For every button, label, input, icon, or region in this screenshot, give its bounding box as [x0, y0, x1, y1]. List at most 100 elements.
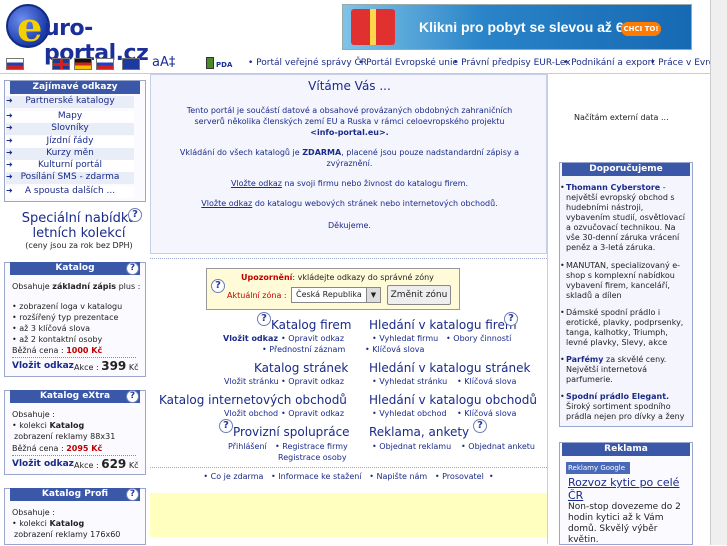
flag-slovakia-icon[interactable] [6, 58, 24, 70]
sidebar-item-partner[interactable]: Partnerské katalogy [6, 96, 134, 108]
footer-link[interactable]: • Napište nám [369, 472, 427, 481]
rec-item[interactable]: Thomann Cyberstore - největší evropský o… [560, 183, 690, 253]
change-zone-button[interactable]: Změnit zónu [387, 285, 451, 305]
web-vlozit-link[interactable]: Vložit stránku [224, 377, 279, 386]
toplink-verejna-sprava[interactable]: • Portál veřejné správy ČR [248, 58, 367, 68]
toplink-podnikani[interactable]: • Podnikání a export [563, 58, 655, 68]
help-icon[interactable]: ? [257, 312, 271, 326]
google-ads-label[interactable]: Reklamy Google [566, 462, 630, 474]
help-icon[interactable]: ? [219, 419, 233, 433]
katalog-profi-intro: Obsahuje : [12, 508, 55, 517]
welcome-title: Vítáme Vás ... [308, 79, 391, 93]
toplink-eur-lex[interactable]: • Právní předpisy EUR-Lex [453, 58, 571, 68]
katalog-extra-vlozit-link[interactable]: Vložit odkaz [12, 459, 74, 469]
sidebar-item-maps[interactable]: Mapy [6, 111, 134, 123]
sidebar-item-rates[interactable]: Kurzy měn [6, 148, 134, 160]
site-logo[interactable]: e uro-portal.cz [6, 4, 176, 66]
section-katalog-stranek[interactable]: Katalog stránek [254, 361, 348, 375]
firm-search-link[interactable]: • Vyhledat firmu [372, 334, 438, 343]
help-icon[interactable]: ? [126, 390, 139, 403]
external-data-status: Načítám externí data ... [574, 113, 669, 122]
katalog-profi-ad: zobrazení reklamy 176x60 [14, 530, 121, 539]
help-icon[interactable]: ? [126, 262, 139, 275]
top-banner-ad[interactable]: Klikni pro pobyt se slevou až 60% CHCI T… [342, 4, 692, 50]
links-box-title: Zajímavé odkazy [10, 81, 140, 94]
flag-eu-icon[interactable] [122, 58, 140, 70]
footer-link[interactable]: • Prosovatel [435, 472, 484, 481]
shop-klicova-link[interactable]: • Klíčová slova [457, 409, 516, 418]
footer-link[interactable]: • Co je zdarma [203, 472, 263, 481]
welcome-firm-link[interactable]: Vložte odkaz [231, 179, 282, 188]
firm-klicova-link[interactable]: • Klíčová slova [365, 345, 424, 354]
help-icon[interactable]: ? [128, 208, 142, 222]
welcome-web-link[interactable]: Vložte odkaz [201, 199, 252, 208]
welcome-free-note: Vkládání do všech katalogů je ZDARMA, pl… [179, 148, 520, 168]
zone-label: Aktuální zóna : [227, 291, 287, 300]
rec-item[interactable]: Parfémy za skvělé ceny. Největší interne… [560, 355, 690, 385]
section-hledani-firem[interactable]: Hledání v katalogu firem [369, 318, 517, 332]
divider [547, 74, 548, 544]
web-search-link[interactable]: • Vyhledat stránku [372, 377, 447, 386]
shop-search-link[interactable]: • Vyhledat obchod [372, 409, 447, 418]
firm-prednostni-link[interactable]: • Přednostní záznam [262, 345, 345, 354]
help-icon[interactable]: ? [211, 279, 225, 293]
shop-opravit-link[interactable]: • Opravit odkaz [281, 409, 344, 418]
rec-item[interactable]: Spodní prádlo Elegant. Široký sortiment … [560, 392, 690, 422]
sidebar-item-sms[interactable]: Posílání SMS - zdarma [6, 172, 134, 184]
recommend-title: Doporučujeme [562, 163, 690, 176]
sidebar-item-more[interactable]: A spousta dalších ... [6, 186, 134, 198]
vertical-scrollbar[interactable] [710, 0, 727, 545]
web-opravit-link[interactable]: • Opravit odkaz [281, 377, 344, 386]
katalog-extra-title: Katalog eXtra [10, 390, 140, 403]
provize-login-link[interactable]: Přihlášení [228, 442, 267, 451]
pda-icon[interactable] [206, 57, 214, 69]
help-icon[interactable]: ? [473, 419, 487, 433]
sidebar-item-culture[interactable]: Kulturní portál [6, 160, 134, 172]
anketa-order-link[interactable]: • Objednat anketu [461, 442, 535, 451]
shop-vlozit-link[interactable]: Vložit obchod [224, 409, 278, 418]
help-icon[interactable]: ? [126, 488, 139, 501]
reklama-order-link[interactable]: • Objednat reklamu [372, 442, 451, 451]
flag-russia-icon[interactable] [96, 58, 114, 70]
katalog-extra-ad: zobrazení reklamy 88x31 [14, 432, 116, 441]
web-klicova-link[interactable]: • Klíčová slova [457, 377, 516, 386]
katalog-price: Běžná cena : 1000 Kč [12, 346, 103, 355]
katalog-vlozit-link[interactable]: Vložit odkaz [12, 361, 74, 371]
firm-vlozit-link[interactable]: Vložit odkaz [223, 334, 278, 343]
footer-link[interactable]: • Informace ke stažení [271, 472, 362, 481]
zone-select[interactable]: Česká Republika [291, 287, 381, 303]
reklama-title: Reklama [562, 443, 690, 456]
flag-uk-icon[interactable] [52, 58, 70, 70]
rec-item[interactable]: MANUTAN, specializovaný e-shop s komplex… [560, 261, 690, 301]
katalog-profi-title: Katalog Profi [10, 488, 140, 501]
section-provizni[interactable]: Provizní spolupráce [233, 425, 350, 439]
firm-opravit-link[interactable]: • Opravit odkaz [281, 334, 344, 343]
zone-warning: ? Upozornění: vkládejte odkazy do správn… [206, 268, 460, 310]
rec-item[interactable]: Dámské spodní prádlo i erotické, plavky,… [560, 308, 690, 348]
help-icon[interactable]: ? [504, 312, 518, 326]
banner-button[interactable]: CHCI TO! [621, 22, 661, 36]
font-size-toggle[interactable]: aA‡ [152, 55, 175, 70]
flag-germany-icon[interactable] [74, 58, 92, 70]
firm-obory-link[interactable]: • Obory činností [446, 334, 511, 343]
katalog-akce: Akce : 399 Kč [74, 359, 139, 373]
section-reklama[interactable]: Reklama, ankety [369, 425, 469, 439]
section-katalog-obchodu[interactable]: Katalog internetových obchodů [159, 393, 347, 407]
section-katalog-firem[interactable]: Katalog firem [271, 318, 351, 332]
sidebar-item-timetables[interactable]: Jízdní řády [6, 136, 134, 148]
provize-person-link[interactable]: Registrace osoby [278, 453, 347, 462]
welcome-firm-line: Vložte odkaz na svoji firmu nebo živnost… [230, 179, 469, 188]
welcome-thanks: Děkujeme. [328, 221, 371, 230]
sidebar-item-dictionaries[interactable]: Slovníky [6, 123, 134, 135]
katalog-extra-price: Běžná cena : 2095 Kč [12, 444, 103, 453]
footer-ad-area[interactable] [150, 493, 547, 537]
divider [12, 455, 136, 456]
zone-warning-title: Upozornění: vkládejte odkazy do správné … [241, 273, 434, 282]
katalog-extra-intro: Obsahuje : [12, 410, 55, 419]
toplink-evropska-unie[interactable]: • Portál Evropské unie [358, 58, 458, 68]
google-ad-title[interactable]: Rozvoz kytic po celé ČR [568, 476, 688, 502]
provize-firm-link[interactable]: • Registrace firmy [275, 442, 348, 451]
section-hledani-stranek[interactable]: Hledání v katalogu stránek [369, 361, 530, 375]
section-hledani-obchodu[interactable]: Hledání v katalogu obchodů [369, 393, 537, 407]
pda-label[interactable]: PDA [216, 61, 232, 69]
